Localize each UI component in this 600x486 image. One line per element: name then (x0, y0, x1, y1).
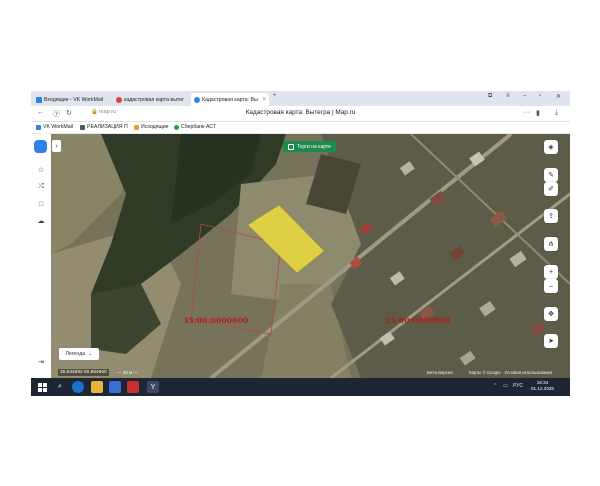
app-icon[interactable] (109, 381, 121, 393)
page-title: Кадастровая карта: Вытегра | Map.ru (245, 109, 356, 116)
zoom-in-button[interactable]: + (544, 265, 558, 279)
mapru-logo[interactable] (34, 140, 47, 153)
bookmark-label: VK WorkMail (43, 124, 73, 130)
tab-mail[interactable]: Входящие - VK WorkMail (33, 93, 113, 106)
bookmarks-bar: VK WorkMail РЕАЛИЗАЦИЯ П Исходящие Сберб… (31, 122, 570, 134)
bookmark-iskhodyashchie[interactable]: Исходящие (134, 124, 169, 130)
sber-icon (174, 124, 179, 130)
browser-window: Входящие - VK WorkMail кадастровая карта… (31, 91, 570, 396)
scale-bar: — 20 м — (117, 370, 138, 375)
map-view[interactable]: ☆ ⤮ □ ☁ ⇥ › Торги на карте 35:00:0000000… (31, 134, 570, 378)
mail-icon (36, 96, 42, 103)
route-icon[interactable]: ⤮ (35, 181, 47, 193)
map-attribution: Карты © Google · Условия использования (469, 370, 553, 375)
tab-label: Входящие - VK WorkMail (44, 96, 104, 103)
cadastral-number-label: 35:00:0000000 (385, 316, 451, 325)
yandex-icon (116, 96, 122, 103)
cadastral-number-label: 35:00:0000000 (183, 316, 249, 325)
torgi-label: Торги на карте (297, 143, 331, 150)
coordinates-readout: 35.534682 60.854660 (58, 369, 109, 376)
tab-cadastral-map[interactable]: Кадастровая карта: Вы × (191, 93, 269, 106)
bookmark-label: РЕАЛИЗАЦИЯ П (87, 124, 128, 130)
tabs-overview-icon[interactable]: ⧉ (488, 93, 492, 100)
taskbar: ⌕ Y ⌃ ▭ РУС 16:34 01.12.2025 (31, 378, 570, 396)
cloud-icon[interactable]: ☁ (35, 215, 47, 227)
bookmark-label: Исходящие (141, 124, 169, 130)
bookmark-realizatsiya[interactable]: РЕАЛИЗАЦИЯ П (80, 124, 128, 130)
tab-search[interactable]: кадастровая карта вытег (113, 93, 191, 106)
document-app-icon[interactable] (127, 381, 139, 393)
edge-icon[interactable] (72, 381, 84, 393)
yandex-browser-icon[interactable]: Y (147, 381, 159, 393)
beta-label: Бета-версия (427, 370, 453, 375)
login-icon[interactable]: ⇥ (35, 356, 47, 368)
share-icon[interactable]: ⋔ (544, 237, 558, 251)
legend-button[interactable]: Легенда ⌄ (59, 348, 99, 360)
more-icon[interactable]: ··· (523, 109, 530, 116)
locate-icon[interactable]: ➤ (544, 334, 558, 348)
close-window-icon[interactable]: ✕ (556, 93, 561, 100)
tab-label: кадастровая карта вытег (124, 96, 185, 103)
bookmark-vk-workmail[interactable]: VK WorkMail (36, 124, 73, 130)
close-tab-icon[interactable]: × (262, 97, 266, 103)
tray-arrow-icon[interactable]: ⌃ (493, 383, 497, 389)
satellite-imagery (31, 134, 570, 378)
layers-icon[interactable]: ◈ (544, 140, 558, 154)
language-indicator[interactable]: РУС (513, 383, 523, 389)
system-clock[interactable]: 16:34 01.12.2025 (531, 380, 554, 392)
pan-icon[interactable]: ✥ (544, 307, 558, 321)
map-sidebar: ☆ ⤮ □ ☁ ⇥ (31, 134, 51, 378)
clock-date: 01.12.2025 (531, 386, 554, 391)
upload-icon[interactable]: ⇪ (544, 209, 558, 223)
download-icon[interactable]: ⤓ (555, 109, 558, 117)
ruler-icon[interactable]: ✎ (544, 168, 558, 182)
star-icon[interactable]: ☆ (35, 164, 47, 176)
tab-strip: Входящие - VK WorkMail кадастровая карта… (31, 91, 570, 106)
edit-icon[interactable]: ✐ (544, 182, 558, 196)
zoom-out-button[interactable]: – (544, 279, 558, 293)
search-icon[interactable]: ⌕ (54, 381, 66, 393)
bookmark-icon[interactable]: ▮ (536, 109, 540, 117)
bookmark-sberbank-ast[interactable]: Сбербанк-АСТ (174, 124, 216, 130)
checkbox-icon (288, 143, 294, 150)
new-tab-button[interactable]: + (273, 93, 277, 99)
mail-icon (36, 124, 41, 130)
mapru-icon (194, 96, 200, 103)
chevron-down-icon: ⌄ (88, 351, 93, 357)
tab-label: Кадастровая карта: Вы (202, 96, 258, 103)
file-explorer-icon[interactable] (91, 381, 103, 393)
windows-start-icon[interactable] (36, 381, 48, 393)
folder-icon (80, 124, 85, 130)
expand-panel-icon[interactable]: › (52, 140, 61, 152)
network-icon[interactable]: ▭ (503, 383, 508, 389)
legend-label: Легенда (65, 351, 86, 357)
maximize-icon[interactable]: ▫ (539, 93, 541, 99)
address-bar: ← ⓨ ↻ 🔒 map.ru Кадастровая карта: Вытегр… (31, 106, 570, 122)
menu-icon[interactable]: ≡ (506, 93, 510, 99)
minimize-icon[interactable]: – (523, 93, 526, 99)
bookmark-label: Сбербанк-АСТ (181, 124, 217, 130)
mail-icon (134, 124, 139, 130)
torgi-na-karte-button[interactable]: Торги на карте (283, 141, 336, 152)
square-icon[interactable]: □ (35, 198, 47, 210)
